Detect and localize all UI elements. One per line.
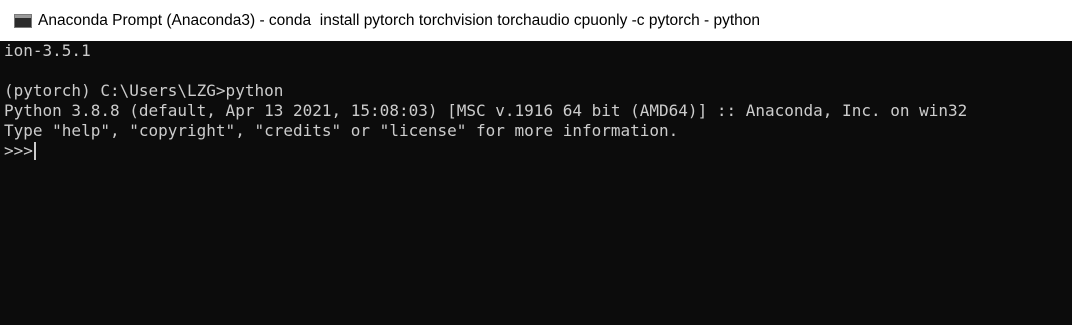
console-line: Type "help", "copyright", "credits" or "… xyxy=(4,121,679,140)
title-bar[interactable]: Anaconda Prompt (Anaconda3) - conda inst… xyxy=(0,0,1072,41)
console-output[interactable]: ion-3.5.1 (pytorch) C:\Users\LZG>python … xyxy=(0,41,1072,325)
console-line: ion-3.5.1 xyxy=(4,41,91,60)
text-cursor xyxy=(33,142,36,160)
console-window-icon[interactable] xyxy=(14,13,32,28)
python-prompt-line[interactable]: >>> xyxy=(4,141,1072,161)
console-line: Python 3.8.8 (default, Apr 13 2021, 15:0… xyxy=(4,101,968,120)
console-line: (pytorch) C:\Users\LZG>python xyxy=(4,81,284,100)
terminal-window[interactable]: Anaconda Prompt (Anaconda3) - conda inst… xyxy=(0,0,1072,325)
python-prompt: >>> xyxy=(4,141,33,160)
window-title: Anaconda Prompt (Anaconda3) - conda inst… xyxy=(38,11,760,29)
